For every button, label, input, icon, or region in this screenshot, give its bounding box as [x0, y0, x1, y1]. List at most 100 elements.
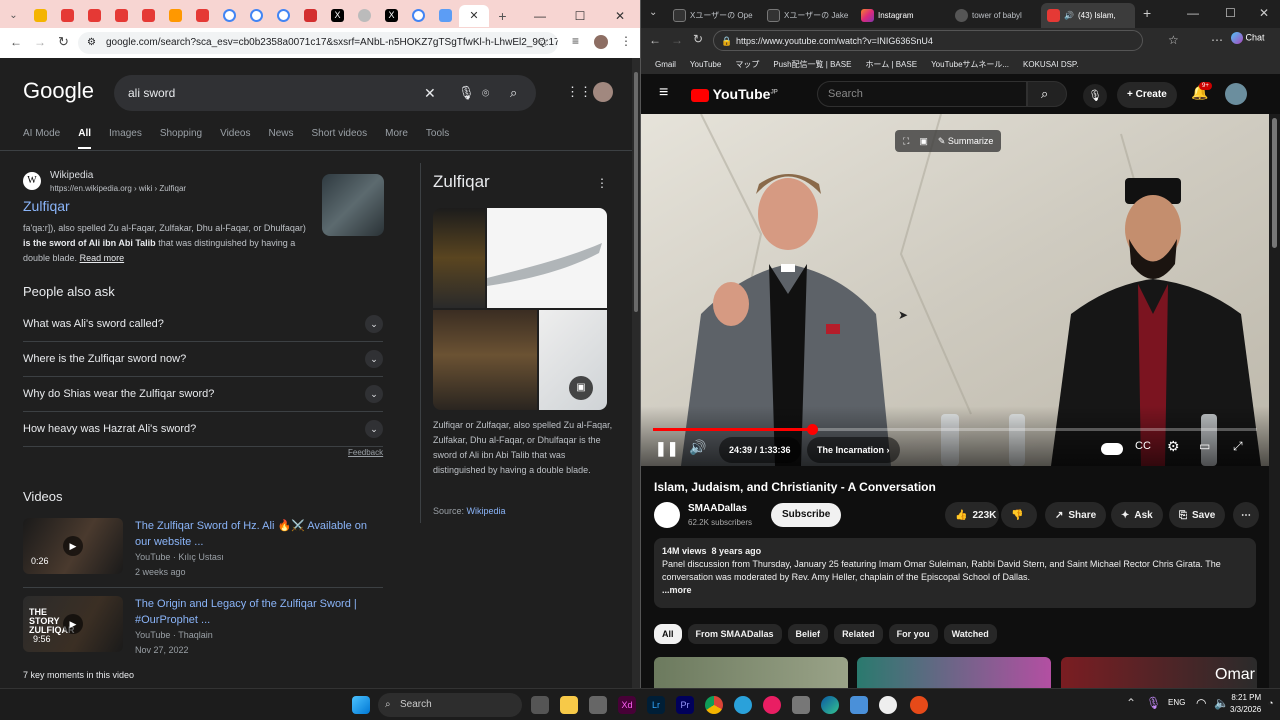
source-link[interactable]: Wikipedia: [467, 506, 506, 516]
tray-chevron-icon[interactable]: ⌃: [1126, 696, 1136, 710]
tab[interactable]: [189, 5, 216, 27]
premiere-icon[interactable]: Pr: [676, 696, 694, 714]
tab[interactable]: X: [324, 5, 351, 27]
reload-icon[interactable]: ↻: [58, 34, 69, 50]
account-avatar[interactable]: [593, 82, 613, 102]
chevron-down-icon[interactable]: ⌄: [365, 420, 383, 438]
chevron-down-icon[interactable]: ⌄: [365, 315, 383, 333]
related-thumbnail[interactable]: [654, 657, 848, 688]
result-url[interactable]: https://en.wikipedia.org › wiki › Zulfiq…: [50, 184, 186, 193]
voice-search-icon[interactable]: 🎙: [1083, 84, 1107, 108]
file-explorer-icon[interactable]: [560, 696, 578, 714]
speaker-icon[interactable]: 🔈: [1214, 696, 1229, 710]
chrome-icon[interactable]: [705, 696, 723, 714]
settings-gear-icon[interactable]: ⚙: [1167, 438, 1180, 455]
address-bar[interactable]: 🔒 https://www.youtube.com/watch?v=INIG63…: [713, 30, 1143, 51]
new-tab-button[interactable]: +: [1143, 5, 1151, 21]
hamburger-menu-icon[interactable]: ≡: [659, 84, 668, 102]
tab[interactable]: [81, 5, 108, 27]
minimize-button[interactable]: —: [1187, 6, 1199, 20]
tab[interactable]: [27, 5, 54, 27]
tab-short-videos[interactable]: Short videos: [312, 128, 368, 149]
youtube-logo[interactable]: YouTubeJP: [691, 86, 778, 102]
image-gallery-icon[interactable]: ▣: [569, 376, 593, 400]
language-indicator[interactable]: ENG: [1168, 698, 1185, 707]
app-icon[interactable]: [910, 696, 928, 714]
back-icon[interactable]: ←: [649, 33, 661, 47]
address-bar[interactable]: ⚙ google.com/search?sca_esv=cb0b2358a007…: [78, 32, 558, 54]
bookmark[interactable]: Gmail: [655, 60, 676, 69]
account-avatar[interactable]: [1225, 83, 1247, 105]
lens-icon[interactable]: ⌾: [482, 75, 489, 111]
tab-all[interactable]: All: [78, 128, 92, 149]
reload-icon[interactable]: ↻: [693, 32, 703, 46]
paa-question[interactable]: What was Ali's sword called? ⌄: [23, 307, 383, 342]
bookmark[interactable]: YouTubeサムネール...: [931, 59, 1009, 70]
search-input[interactable]: ali sword ✕ 🎙 ⌾ ⌕: [114, 75, 536, 111]
google-logo[interactable]: Google: [23, 78, 94, 104]
tab-videos[interactable]: Videos: [220, 128, 250, 149]
result-thumbnail[interactable]: [322, 174, 384, 236]
tab[interactable]: [108, 5, 135, 27]
telegram-icon[interactable]: [734, 696, 752, 714]
active-tab[interactable]: 🔊 (43) Islam,: [1041, 3, 1135, 28]
forward-icon[interactable]: →: [671, 33, 683, 47]
related-thumbnail[interactable]: [857, 657, 1051, 688]
close-icon[interactable]: ✕: [469, 9, 478, 22]
channel-avatar[interactable]: [654, 502, 680, 528]
forward-icon[interactable]: →: [34, 35, 46, 49]
play-icon[interactable]: ▶: [63, 614, 83, 634]
paa-question[interactable]: Where is the Zulfiqar sword now? ⌄: [23, 342, 383, 377]
tab-news[interactable]: News: [269, 128, 294, 149]
video-title[interactable]: The Zulfiqar Sword of Hz. Ali 🔥⚔️ Availa…: [135, 518, 385, 550]
screen-capture-icon[interactable]: ▣: [919, 136, 928, 147]
tab-search-button[interactable]: ⌄: [0, 5, 27, 27]
scrubber-handle[interactable]: [806, 424, 818, 435]
app-icon[interactable]: [792, 696, 810, 714]
bookmark[interactable]: ホーム | BASE: [865, 59, 917, 70]
video-title[interactable]: The Origin and Legacy of the Zulfiqar Sw…: [135, 596, 385, 628]
media-icon[interactable]: ≡: [572, 34, 579, 48]
volume-icon[interactable]: 🔊: [689, 439, 706, 456]
mic-tray-icon[interactable]: 🎙: [1146, 696, 1161, 710]
close-window-button[interactable]: ✕: [600, 5, 640, 27]
notification-icon[interactable]: ◔: [1268, 698, 1273, 708]
key-moments[interactable]: 7 key moments in this video: [23, 670, 134, 680]
tab-shopping[interactable]: Shopping: [160, 128, 202, 149]
progress-bar[interactable]: [653, 424, 1257, 435]
favorites-icon[interactable]: ☆: [1168, 33, 1179, 47]
tab[interactable]: [351, 5, 378, 27]
chevron-down-icon[interactable]: ⌄: [365, 350, 383, 368]
more-actions-button[interactable]: ⋯: [1233, 502, 1259, 528]
ask-button[interactable]: ✦ Ask: [1111, 502, 1163, 528]
tab[interactable]: [162, 5, 189, 27]
mic-icon[interactable]: 🎙: [458, 75, 475, 111]
scrollbar[interactable]: [632, 58, 640, 688]
tab-images[interactable]: Images: [109, 128, 142, 149]
panel-image-blade[interactable]: ▣: [539, 310, 607, 410]
result-title[interactable]: Zulfiqar: [23, 198, 70, 214]
save-button[interactable]: ⎘ Save: [1169, 502, 1226, 528]
tab[interactable]: [297, 5, 324, 27]
chip[interactable]: From SMAADallas: [687, 624, 782, 644]
tab[interactable]: [216, 5, 243, 27]
video-thumbnail[interactable]: THE STORY ZULFIQAR ▶ 9:56: [23, 596, 123, 652]
maximize-button[interactable]: ☐: [560, 5, 600, 27]
pause-icon[interactable]: ❚❚: [655, 440, 678, 457]
more-options-icon[interactable]: ⋮: [596, 176, 608, 190]
tab-ai-mode[interactable]: AI Mode: [23, 128, 60, 149]
clear-icon[interactable]: ✕: [424, 75, 436, 111]
share-button[interactable]: ↗ Share: [1045, 502, 1107, 528]
like-button[interactable]: 👍 223K: [945, 502, 999, 528]
create-button[interactable]: + Create: [1117, 82, 1177, 108]
feedback-link[interactable]: Feedback: [348, 448, 383, 457]
active-tab[interactable]: ✕: [459, 4, 489, 27]
bookmark[interactable]: Push配信一覧 | BASE: [773, 59, 851, 70]
lightroom-icon[interactable]: Lr: [647, 696, 665, 714]
tab[interactable]: tower of babyl: [949, 4, 1043, 26]
subscribe-button[interactable]: Subscribe: [771, 503, 842, 527]
tab[interactable]: [432, 5, 459, 27]
channel-name[interactable]: SMAADallas: [688, 503, 747, 514]
summarize-button[interactable]: ✎ Summarize: [938, 136, 994, 147]
show-more-link[interactable]: ...more: [662, 585, 692, 595]
